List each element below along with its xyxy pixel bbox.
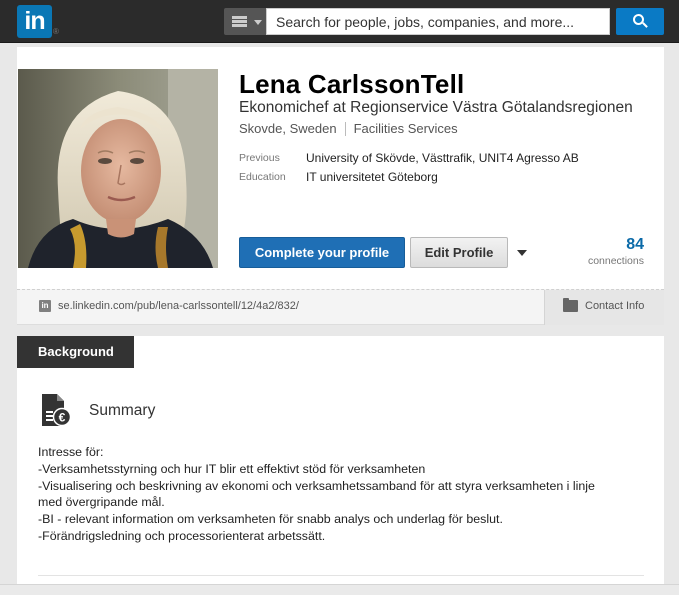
summary-line: -Visualisering och beskrivning av ekonom…: [38, 478, 595, 493]
edit-profile-button[interactable]: Edit Profile: [410, 237, 508, 268]
window-bottom-edge: [0, 584, 679, 595]
profile-actions-dropdown[interactable]: [514, 247, 528, 259]
profile-headline: Ekonomichef at Regionservice Västra Göta…: [239, 99, 633, 116]
summary-body: Intresse för: -Verksamhetsstyrning och h…: [38, 444, 638, 545]
section-divider: [38, 575, 644, 576]
linkedin-mini-icon: in: [39, 300, 51, 312]
search-button[interactable]: [616, 8, 664, 35]
background-tab[interactable]: Background: [17, 336, 134, 368]
industry-link[interactable]: Facilities Services: [354, 121, 458, 136]
connections-count[interactable]: 84: [560, 236, 644, 254]
location-industry-line: Skovde, Sweden Facilities Services: [239, 121, 458, 136]
profile-photo[interactable]: [18, 69, 218, 268]
summary-line: med övergripande mål.: [38, 495, 165, 510]
connections-label: connections: [587, 255, 644, 267]
profile-name: Lena CarlssonTell: [239, 69, 465, 99]
summary-line: -Förändrigsledning och processorienterat…: [38, 528, 326, 543]
education-value[interactable]: IT universitetet Göteborg: [306, 170, 438, 184]
separator: [344, 122, 346, 136]
menu-button[interactable]: [224, 8, 266, 35]
linkedin-logo[interactable]: in: [17, 5, 52, 38]
education-label: Education: [239, 171, 286, 183]
previous-value[interactable]: University of Skövde, Västtrafik, UNIT4 …: [306, 151, 579, 165]
search-icon-handle: [642, 22, 648, 28]
summary-line: Intresse för:: [38, 445, 104, 459]
chevron-down-icon: [254, 20, 262, 25]
contact-card-icon: [563, 298, 578, 312]
previous-label: Previous: [239, 152, 280, 164]
complete-profile-button[interactable]: Complete your profile: [239, 237, 405, 268]
menu-icon: [232, 16, 247, 27]
profile-photo-image: [18, 69, 218, 268]
registered-mark: ®: [53, 27, 59, 36]
contact-info-label[interactable]: Contact Info: [585, 300, 644, 312]
summary-line: -Verksamhetsstyrning och hur IT blir ett…: [38, 461, 426, 476]
location-link[interactable]: Skovde, Sweden: [239, 121, 337, 136]
search-input[interactable]: [266, 8, 610, 35]
svg-text:€: €: [59, 411, 66, 425]
summary-line: -BI - relevant information om verksamhet…: [38, 512, 503, 527]
public-profile-url[interactable]: se.linkedin.com/pub/lena-carlssontell/12…: [58, 300, 299, 312]
summary-document-icon: €: [42, 394, 72, 427]
summary-title: Summary: [89, 402, 156, 419]
window-right-edge: [670, 43, 679, 595]
